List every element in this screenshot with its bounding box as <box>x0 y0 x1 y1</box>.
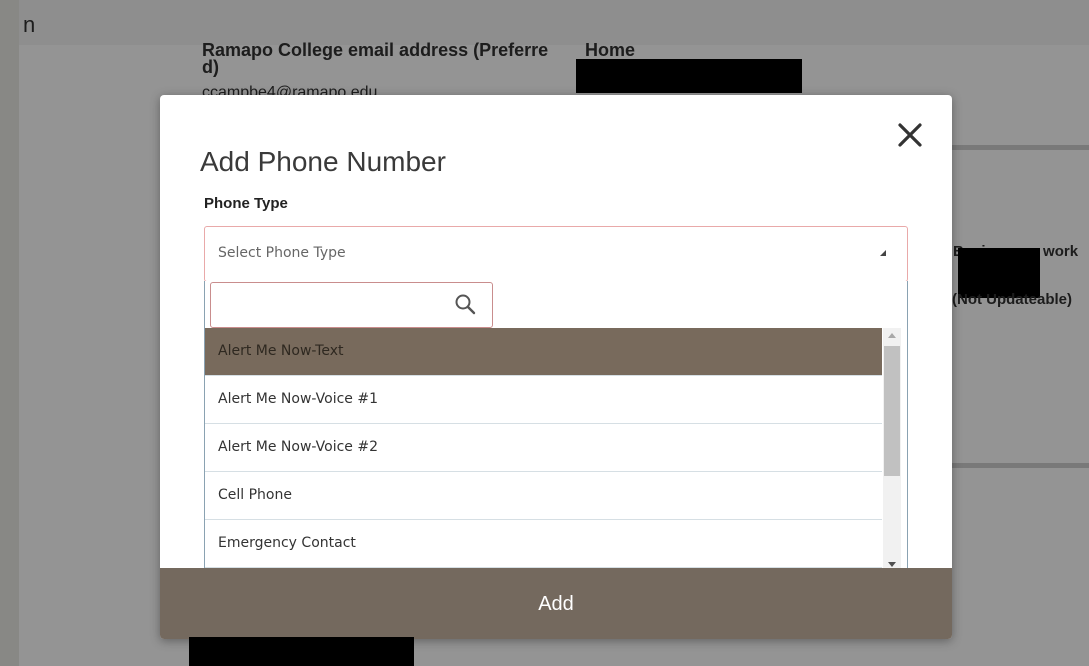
search-icon <box>455 294 476 315</box>
option-cell-phone[interactable]: Cell Phone <box>205 472 882 520</box>
add-button[interactable]: Add <box>160 568 952 639</box>
chevron-down-icon <box>880 250 886 256</box>
close-button[interactable] <box>892 117 928 153</box>
scroll-thumb[interactable] <box>884 346 900 476</box>
option-label: Alert Me Now-Voice #1 <box>218 391 378 407</box>
options-scrollbar[interactable] <box>883 328 901 572</box>
scroll-down-icon[interactable] <box>888 562 896 567</box>
dialog-title: Add Phone Number <box>200 146 446 178</box>
dropdown-search[interactable] <box>210 282 493 328</box>
phone-type-select[interactable]: Select Phone Type <box>204 226 908 282</box>
add-phone-dialog: Add Phone Number Phone Type Select Phone… <box>160 95 952 639</box>
option-label: Cell Phone <box>218 487 292 503</box>
option-label: Emergency Contact <box>218 535 356 551</box>
options-list: Alert Me Now-Text Alert Me Now-Voice #1 … <box>205 328 882 572</box>
phone-type-dropdown: Alert Me Now-Text Alert Me Now-Voice #1 … <box>204 281 908 579</box>
search-input[interactable] <box>215 287 449 323</box>
option-emergency-contact[interactable]: Emergency Contact <box>205 520 882 568</box>
option-label: Alert Me Now-Voice #2 <box>218 439 378 455</box>
redacted-footer <box>189 637 414 666</box>
select-placeholder: Select Phone Type <box>218 245 346 261</box>
option-label: Alert Me Now-Text <box>218 343 344 359</box>
phone-type-label: Phone Type <box>204 195 288 212</box>
option-alert-me-now-voice-1[interactable]: Alert Me Now-Voice #1 <box>205 376 882 424</box>
add-button-label: Add <box>538 593 574 615</box>
option-alert-me-now-text[interactable]: Alert Me Now-Text <box>205 328 882 376</box>
option-alert-me-now-voice-2[interactable]: Alert Me Now-Voice #2 <box>205 424 882 472</box>
close-icon <box>898 123 922 147</box>
scroll-up-icon[interactable] <box>888 333 896 338</box>
